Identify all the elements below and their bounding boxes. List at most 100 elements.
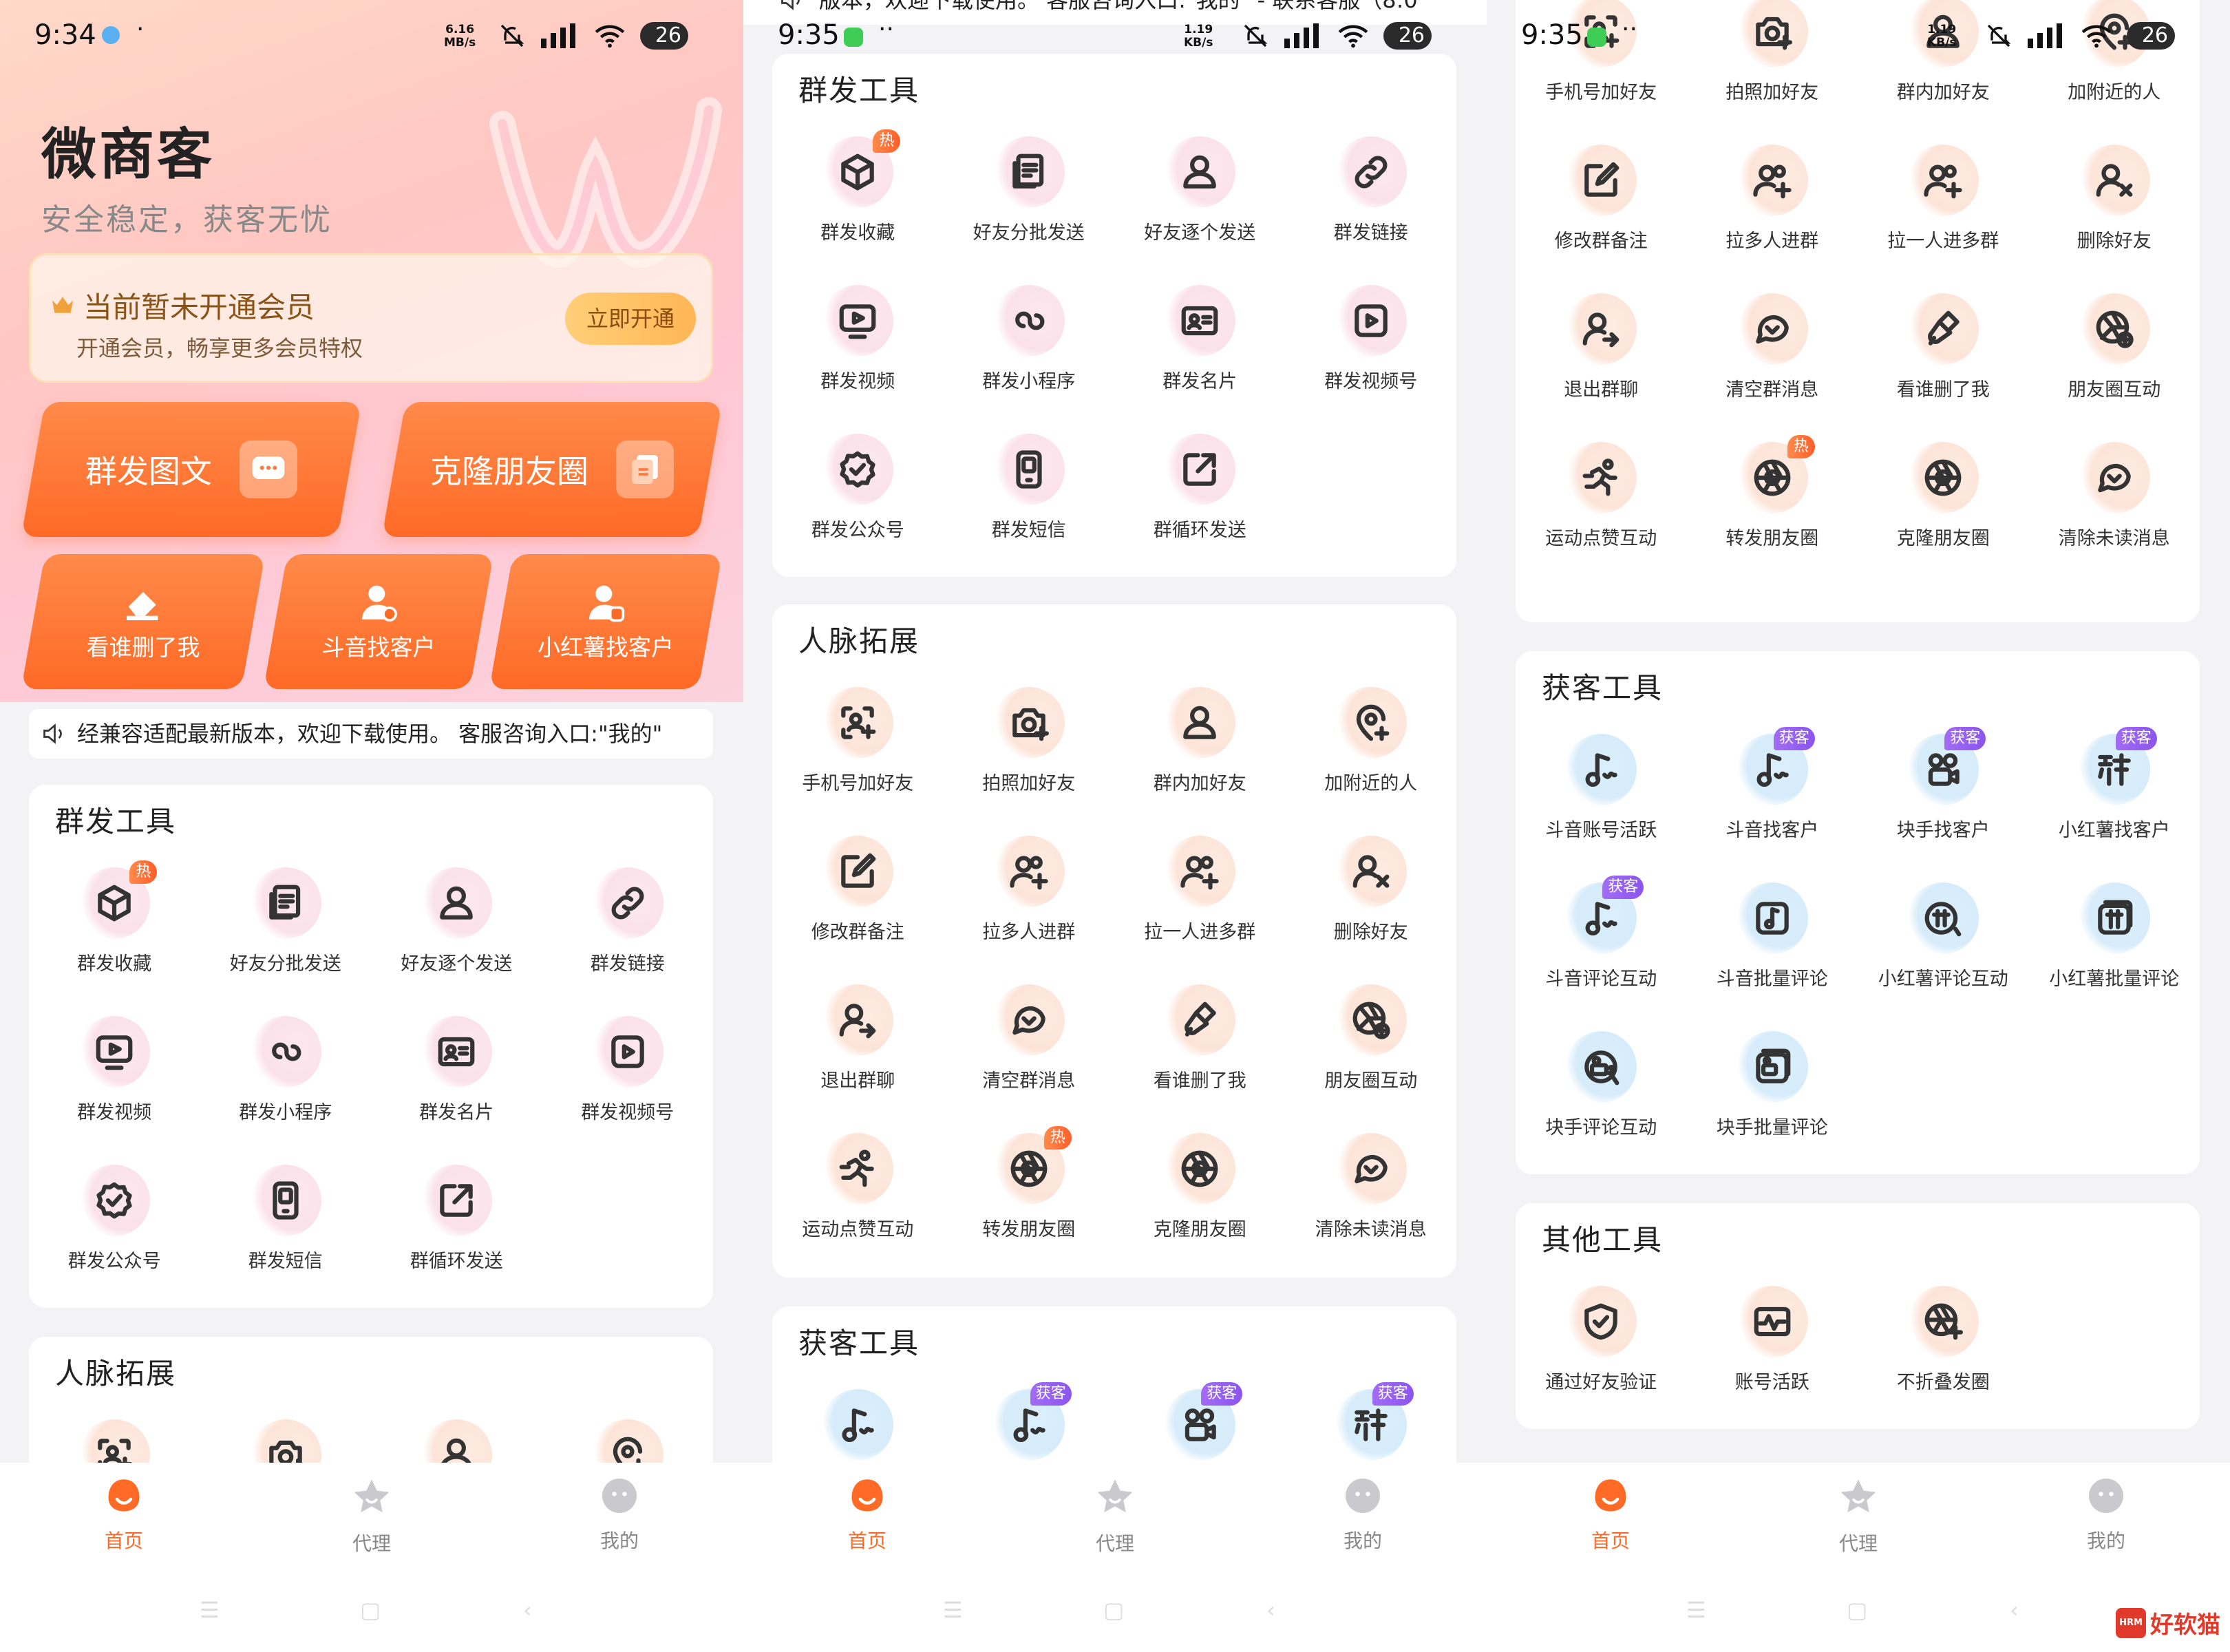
tab-mine[interactable]: 我的 <box>1294 1475 1432 1554</box>
tool-item[interactable]: 运动点赞互动 <box>772 1119 944 1268</box>
tool-item[interactable]: 小红薯批量评论 <box>2029 869 2200 1017</box>
tool-item[interactable]: 克隆朋友圈 <box>1114 1119 1286 1268</box>
tool-item[interactable]: 拉一人进多群 <box>1114 822 1286 971</box>
tab-home[interactable]: 首页 <box>55 1475 193 1554</box>
tool-icon-wrap <box>992 836 1065 907</box>
menu-nav-icon[interactable]: ☰ <box>1686 1597 1706 1623</box>
tool-item[interactable]: 群内加好友 <box>1114 673 1286 822</box>
tool-item[interactable]: 拍照加好友 <box>944 673 1115 822</box>
tab-home[interactable]: 首页 <box>798 1475 936 1554</box>
tool-item[interactable]: 清除未读消息 <box>2029 428 2200 577</box>
tool-item[interactable]: 克隆朋友圈 <box>1858 428 2029 577</box>
tool-item[interactable]: 退出群聊 <box>1516 279 1687 428</box>
tool-item[interactable]: 删除好友 <box>1286 822 1457 971</box>
music-note-icon <box>1585 902 1618 936</box>
tool-item[interactable]: 账号活跃 <box>1687 1272 1858 1421</box>
tool-label: 拉一人进多群 <box>1887 231 1999 252</box>
tool-item[interactable]: 获客块手找客户 <box>1858 720 2029 869</box>
tool-item[interactable]: 斗音批量评论 <box>1687 869 1858 1017</box>
douyin-find-customers-button[interactable]: 斗音找客户 <box>263 554 494 689</box>
tool-item[interactable]: 热群发收藏 <box>772 123 944 271</box>
tool-item[interactable]: 群循环发送 <box>371 1151 542 1300</box>
tool-item[interactable]: 小红薯评论互动 <box>1858 869 2029 1017</box>
tool-item[interactable]: 通过好友验证 <box>1516 1272 1687 1421</box>
tool-item[interactable]: 好友逐个发送 <box>371 854 542 1002</box>
tool-item[interactable]: 群发短信 <box>200 1151 372 1300</box>
tool-item[interactable]: 删除好友 <box>2029 131 2200 279</box>
back-nav-icon[interactable]: ‹ <box>523 1597 532 1623</box>
tool-item[interactable]: 朋友圈互动 <box>2029 279 2200 428</box>
tool-item[interactable]: 好友分批发送 <box>944 123 1115 271</box>
tool-item[interactable]: 块手批量评论 <box>1687 1017 1858 1166</box>
tool-item[interactable]: 块手评论互动 <box>1516 1017 1687 1166</box>
tool-label: 手机号加好友 <box>802 773 914 794</box>
home-nav-icon[interactable]: ▢ <box>1103 1597 1124 1623</box>
tool-item[interactable]: 修改群备注 <box>1516 131 1687 279</box>
tool-item[interactable]: 拉一人进多群 <box>1858 131 2029 279</box>
tool-item[interactable]: 退出群聊 <box>772 971 944 1119</box>
tool-item[interactable]: 斗音账号活跃 <box>1516 720 1687 869</box>
tool-icon-wrap <box>1164 1133 1236 1205</box>
notice-marquee[interactable]: 经兼容适配最新版本，欢迎下载使用。 客服咨询入口:"我的" <box>29 709 713 759</box>
tool-icon-wrap <box>1736 1031 1808 1103</box>
home-nav-icon[interactable]: ▢ <box>1847 1597 1867 1623</box>
tool-item[interactable]: 群发视频 <box>29 1002 200 1151</box>
tool-item[interactable]: 获客斗音找客户 <box>1687 720 1858 869</box>
menu-nav-icon[interactable]: ☰ <box>943 1597 963 1623</box>
tab-mine[interactable]: 我的 <box>2037 1475 2175 1554</box>
tool-item[interactable]: 加附近的人 <box>1286 673 1457 822</box>
tool-item[interactable]: 好友逐个发送 <box>1114 123 1286 271</box>
tool-item[interactable]: 清除未读消息 <box>1286 1119 1457 1268</box>
tool-item[interactable]: 群发短信 <box>944 420 1115 569</box>
tool-item[interactable]: 好友分批发送 <box>200 854 372 1002</box>
tool-item[interactable]: 清空群消息 <box>1687 279 1858 428</box>
tool-item[interactable]: 群循环发送 <box>1114 420 1286 569</box>
group-send-image-text-button[interactable]: 群发图文 <box>21 402 362 537</box>
tool-item[interactable]: 获客 斗音评论互动 <box>1516 869 1687 1017</box>
tool-item[interactable]: 群发公众号 <box>29 1151 200 1300</box>
tool-item[interactable]: 运动点赞互动 <box>1516 428 1687 577</box>
tool-item[interactable]: 清空群消息 <box>944 971 1115 1119</box>
tool-item[interactable]: 群发公众号 <box>772 420 944 569</box>
tool-label: 清除未读消息 <box>1315 1219 1427 1240</box>
back-nav-icon[interactable]: ‹ <box>2010 1597 2019 1623</box>
tool-item[interactable]: 拉多人进群 <box>1687 131 1858 279</box>
tool-item[interactable]: 群发链接 <box>542 854 714 1002</box>
tool-item[interactable]: 获客小红薯找客户 <box>2029 720 2200 869</box>
home-nav-icon[interactable]: ▢ <box>360 1597 381 1623</box>
eraser-icon <box>127 592 158 621</box>
back-nav-icon[interactable]: ‹ <box>1266 1597 1275 1623</box>
tool-item[interactable]: 群发视频号 <box>542 1002 714 1151</box>
tool-item[interactable]: 热转发朋友圈 <box>944 1119 1115 1268</box>
tool-item[interactable]: 修改群备注 <box>772 822 944 971</box>
clone-moments-button[interactable]: 克隆朋友圈 <box>381 402 723 537</box>
tool-item[interactable]: 群发名片 <box>1114 271 1286 420</box>
open-vip-button[interactable]: 立即开通 <box>565 293 696 345</box>
tab-agent[interactable]: 代理 <box>1790 1475 1927 1556</box>
tool-item[interactable]: 群发小程序 <box>200 1002 372 1151</box>
tool-item[interactable]: 热群发收藏 <box>29 854 200 1002</box>
menu-nav-icon[interactable]: ☰ <box>200 1597 220 1623</box>
who-deleted-me-button[interactable]: 看谁删了我 <box>21 554 266 689</box>
tool-item[interactable]: 不折叠发圈 <box>1858 1272 2029 1421</box>
vip-banner[interactable]: 当前暂未开通会员 开通会员，畅享更多会员特权 立即开通 <box>29 253 713 383</box>
tool-item[interactable]: 群发视频号 <box>1286 271 1457 420</box>
tool-item[interactable]: 群发名片 <box>371 1002 542 1151</box>
tool-label: 群循环发送 <box>1153 520 1246 541</box>
tool-item[interactable]: 看谁删了我 <box>1114 971 1286 1119</box>
tool-item[interactable]: 群发小程序 <box>944 271 1115 420</box>
xiaohongshu-find-customers-button[interactable]: 小红薯找客户 <box>489 554 723 689</box>
tool-item[interactable]: 群发视频 <box>772 271 944 420</box>
tab-agent[interactable]: 代理 <box>303 1475 440 1556</box>
tool-item[interactable]: 手机号加好友 <box>772 673 944 822</box>
tool-item[interactable]: 群发链接 <box>1286 123 1457 271</box>
tab-mine[interactable]: 我的 <box>551 1475 688 1554</box>
tool-item[interactable]: 看谁删了我 <box>1858 279 2029 428</box>
tool-item[interactable]: 热转发朋友圈 <box>1687 428 1858 577</box>
tool-label: 群发短信 <box>991 520 1066 541</box>
tool-item[interactable]: 拉多人进群 <box>944 822 1115 971</box>
badge-check-icon <box>96 1182 132 1219</box>
tab-home[interactable]: 首页 <box>1542 1475 1679 1554</box>
tool-item[interactable]: 朋友圈互动 <box>1286 971 1457 1119</box>
tab-agent[interactable]: 代理 <box>1046 1475 1184 1556</box>
